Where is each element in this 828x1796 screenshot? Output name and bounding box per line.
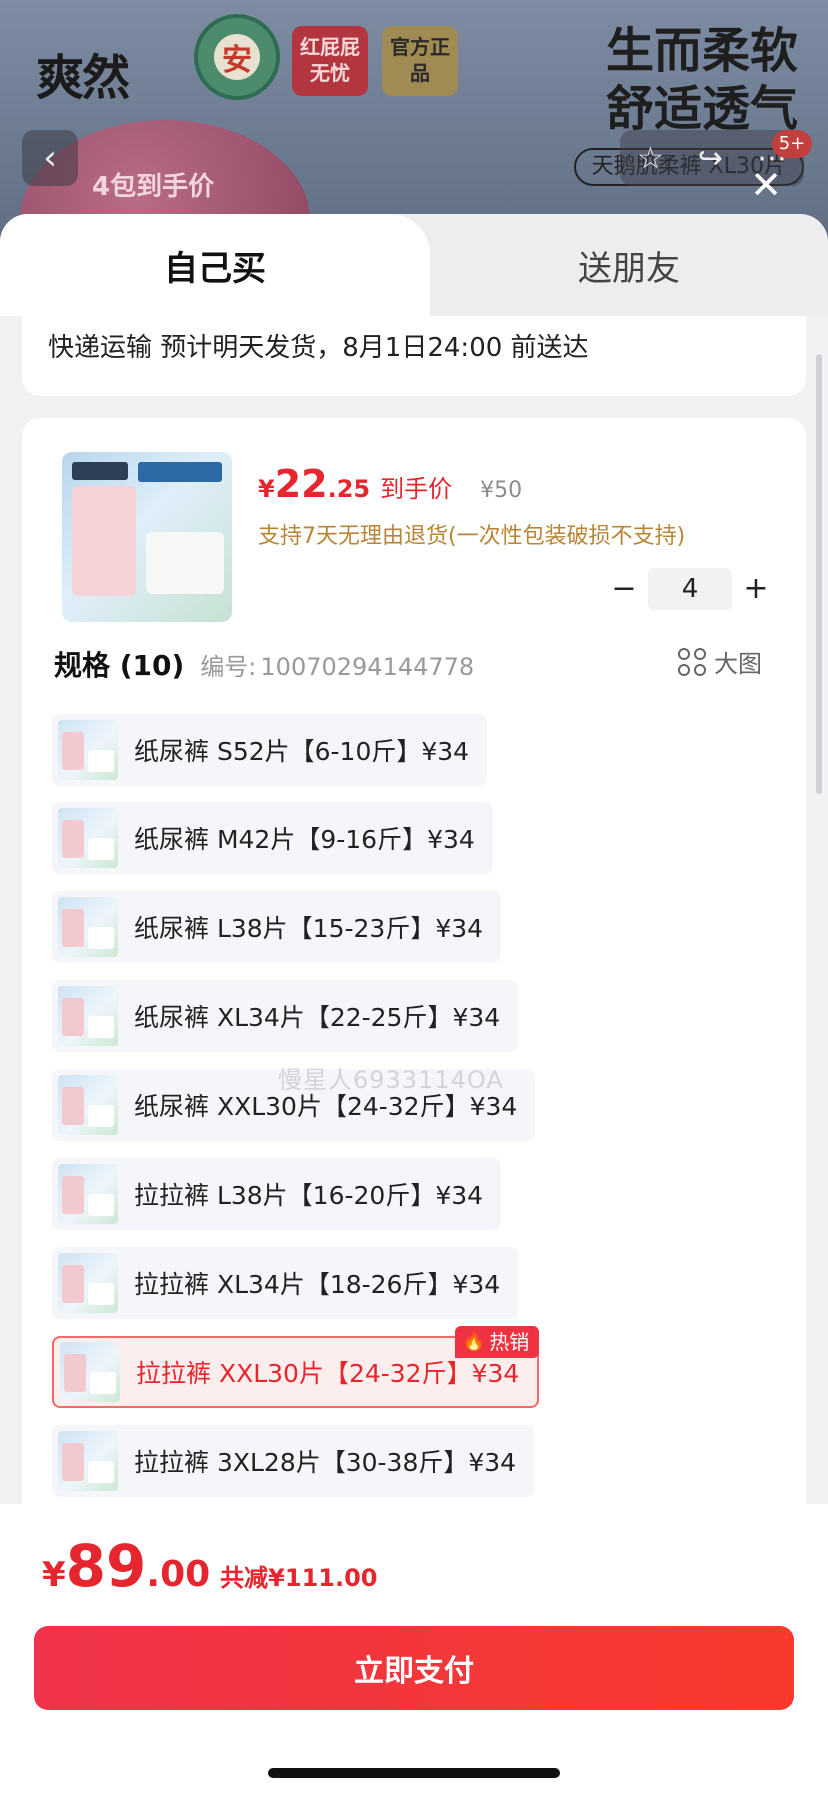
price-integer: 22 bbox=[274, 462, 328, 506]
flame-icon: 🔥 bbox=[462, 1331, 486, 1352]
spec-option[interactable]: 拉拉裤 XL34片【18-26斤】¥34 bbox=[52, 1247, 519, 1319]
price-row: ¥ 22 .25 到手价 ¥50 bbox=[258, 462, 522, 506]
spec-option[interactable]: 纸尿裤 L38片【15-23斤】¥34 bbox=[52, 891, 502, 963]
quantity-stepper: − 4 + bbox=[600, 568, 780, 610]
checkout-bar: ¥ 89 .00 共减¥111.00 立即支付 bbox=[0, 1504, 828, 1796]
price-symbol: ¥ bbox=[258, 475, 275, 503]
option-label: 拉拉裤 L38片【16-20斤】¥34 bbox=[134, 1181, 484, 1210]
favorite-icon[interactable]: ☆ bbox=[637, 141, 664, 176]
decrease-button[interactable]: − bbox=[600, 568, 648, 610]
scrollbar[interactable] bbox=[816, 354, 822, 794]
option-label: 拉拉裤 3XL28片【30-38斤】¥34 bbox=[134, 1448, 517, 1477]
price-label: 到手价 bbox=[380, 475, 453, 503]
cart-count-badge: 5+ bbox=[772, 130, 812, 158]
shipping-info: 快递运输 预计明天发货，8月1日24:00 前送达 bbox=[22, 316, 806, 396]
option-thumbnail bbox=[58, 720, 118, 780]
tab-buy-self[interactable]: 自己买 bbox=[0, 214, 430, 316]
grid-icon bbox=[678, 647, 706, 676]
safety-certification-badge: 安 bbox=[194, 14, 280, 100]
sku-number: 10070294144778 bbox=[260, 653, 475, 681]
safety-badge-label: 安 bbox=[214, 34, 260, 80]
close-icon[interactable]: ✕ bbox=[750, 166, 782, 204]
share-icon[interactable]: ↪ bbox=[698, 141, 723, 176]
total-price: ¥ 89 .00 共减¥111.00 bbox=[42, 1532, 377, 1600]
spec-option[interactable]: 纸尿裤 M42片【9-16斤】¥34 bbox=[52, 802, 493, 874]
hot-sale-label: 热销 bbox=[489, 1330, 530, 1354]
spec-option[interactable]: 纸尿裤 XL34片【22-25斤】¥34 bbox=[52, 980, 519, 1052]
tab-gift-friend[interactable]: 送朋友 bbox=[430, 214, 828, 316]
spec-option[interactable]: 拉拉裤 L38片【16-20斤】¥34 bbox=[52, 1158, 502, 1230]
option-thumbnail bbox=[58, 1164, 118, 1224]
total-integer: 89 bbox=[65, 1532, 147, 1600]
big-image-button[interactable]: 大图 bbox=[678, 644, 762, 679]
total-symbol: ¥ bbox=[42, 1555, 66, 1595]
promo-text: 4包到手价 bbox=[92, 172, 215, 202]
purchase-tabs: 自己买 送朋友 bbox=[0, 214, 828, 316]
spec-header: 规格 (10) 编号: 10070294144778 bbox=[54, 644, 474, 684]
spec-option[interactable]: 拉拉裤 3XL28片【30-38斤】¥34 bbox=[52, 1425, 535, 1497]
official-badge: 官方正品 bbox=[382, 26, 458, 96]
original-price: ¥50 bbox=[480, 478, 523, 503]
total-decimal: .00 bbox=[146, 1554, 211, 1595]
option-label: 纸尿裤 M42片【9-16斤】¥34 bbox=[134, 825, 475, 854]
sku-label: 编号: bbox=[200, 653, 257, 681]
product-slogan: 生而柔软 舒适透气 bbox=[605, 23, 798, 137]
big-image-label: 大图 bbox=[714, 650, 762, 678]
option-thumbnail bbox=[58, 986, 118, 1046]
spec-title: 规格 (10) bbox=[54, 649, 185, 682]
price-decimal: .25 bbox=[327, 475, 371, 503]
product-image[interactable] bbox=[62, 452, 232, 622]
option-thumbnail bbox=[58, 897, 118, 957]
red-badge: 红屁屁无忧 bbox=[292, 26, 368, 96]
option-thumbnail bbox=[58, 1431, 118, 1491]
option-label: 拉拉裤 XL34片【18-26斤】¥34 bbox=[134, 1270, 501, 1299]
option-label: 纸尿裤 L38片【15-23斤】¥34 bbox=[134, 914, 484, 943]
spec-option-selected[interactable]: 拉拉裤 XXL30片【24-32斤】¥34 🔥 热销 bbox=[52, 1326, 540, 1408]
product-card: ¥ 22 .25 到手价 ¥50 支持7天无理由退货(一次性包装破损不支持) −… bbox=[22, 418, 806, 1578]
quantity-value[interactable]: 4 bbox=[648, 568, 732, 610]
hot-sale-badge: 🔥 热销 bbox=[454, 1326, 540, 1358]
option-thumbnail bbox=[58, 1075, 118, 1135]
back-button[interactable]: ‹ bbox=[22, 130, 78, 186]
option-thumbnail bbox=[58, 1253, 118, 1313]
home-indicator[interactable] bbox=[268, 1768, 560, 1778]
total-saving: 共减¥111.00 bbox=[220, 1564, 378, 1592]
option-label: 纸尿裤 S52片【6-10斤】¥34 bbox=[134, 737, 470, 766]
option-label: 纸尿裤 XL34片【22-25斤】¥34 bbox=[134, 1003, 501, 1032]
option-label: 拉拉裤 XXL30片【24-32斤】¥34 bbox=[136, 1359, 520, 1388]
return-policy: 支持7天无理由退货(一次性包装破损不支持) bbox=[258, 524, 686, 549]
spec-option[interactable]: 纸尿裤 S52片【6-10斤】¥34 bbox=[52, 714, 488, 786]
pay-now-button[interactable]: 立即支付 bbox=[34, 1626, 794, 1710]
increase-button[interactable]: + bbox=[732, 568, 780, 610]
brand-logo: 爽然 bbox=[36, 50, 130, 106]
option-thumbnail bbox=[58, 808, 118, 868]
option-thumbnail bbox=[60, 1342, 120, 1402]
watermark: 慢星人6933114OA bbox=[278, 1066, 504, 1094]
